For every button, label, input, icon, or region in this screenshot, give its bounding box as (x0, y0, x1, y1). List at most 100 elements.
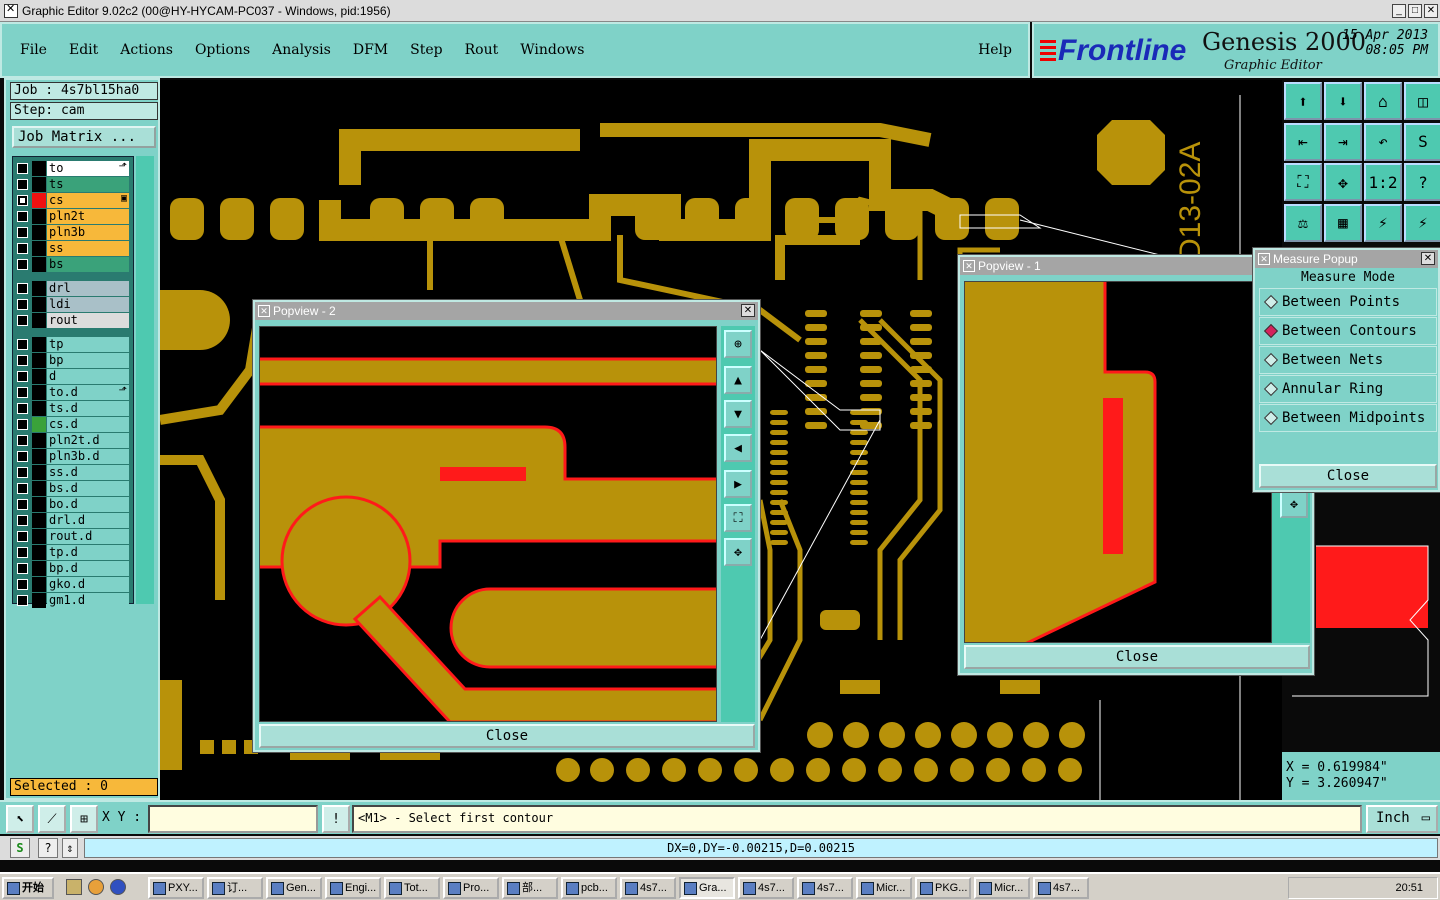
taskbar-item[interactable]: Gen... (266, 877, 322, 899)
alert-icon[interactable]: ! (322, 805, 350, 833)
layer-color-swatch[interactable] (32, 465, 46, 480)
taskbar-item[interactable]: 部... (502, 877, 558, 899)
desktop-icon[interactable] (66, 879, 82, 895)
grid-snap-icon[interactable]: ⊞ (70, 805, 98, 833)
layer-checkbox[interactable] (17, 195, 28, 206)
pan-up-icon[interactable]: ▲ (724, 366, 752, 394)
mode-between-contours[interactable]: Between Contours (1259, 317, 1437, 345)
layer-row[interactable]: d (13, 369, 135, 384)
layer-checkbox[interactable] (17, 211, 28, 222)
layer-row[interactable]: bp.d (13, 561, 135, 576)
layer-scrollbar[interactable] (136, 156, 154, 604)
popview-2-canvas[interactable] (259, 326, 717, 722)
layer-row[interactable]: cs.d (13, 417, 135, 432)
menu-analysis[interactable]: Analysis (266, 40, 337, 60)
layer-row[interactable]: tp.d (13, 545, 135, 560)
layer-name[interactable]: ss (47, 241, 129, 256)
layer-checkbox[interactable] (17, 563, 28, 574)
layer-color-swatch[interactable] (32, 369, 46, 384)
layer-name[interactable]: gko.d (47, 577, 129, 592)
layer-row[interactable]: ss (13, 241, 135, 256)
pan-right-icon[interactable]: ▶ (724, 470, 752, 498)
xy-input[interactable] (148, 805, 318, 833)
layer-row[interactable]: cs ▣ (13, 193, 135, 208)
pan-left-icon[interactable]: ⇤ (1284, 122, 1322, 161)
clock-icon[interactable] (88, 879, 104, 895)
menu-rout[interactable]: Rout (459, 40, 505, 60)
layer-checkbox[interactable] (17, 387, 28, 398)
taskbar-item[interactable]: Gra... (679, 877, 735, 899)
taskbar-item[interactable]: pcb... (561, 877, 617, 899)
close-window-button[interactable]: ✕ (1424, 4, 1438, 18)
layer-color-swatch[interactable] (32, 161, 46, 176)
layer-color-swatch[interactable] (32, 209, 46, 224)
layer-row[interactable]: drl.d (13, 513, 135, 528)
menu-options[interactable]: Options (189, 40, 256, 60)
layer-color-swatch[interactable] (32, 337, 46, 352)
layer-row[interactable]: pln3b (13, 225, 135, 240)
layer-checkbox[interactable] (17, 435, 28, 446)
taskbar-item[interactable]: Micr... (974, 877, 1030, 899)
layer-checkbox[interactable] (17, 355, 28, 366)
layer-color-swatch[interactable] (32, 561, 46, 576)
layer-checkbox[interactable] (17, 179, 28, 190)
taskbar-item[interactable]: Engi... (325, 877, 381, 899)
layer-color-swatch[interactable] (32, 497, 46, 512)
layer-row[interactable]: gko.d (13, 577, 135, 592)
layer-name[interactable]: rout (47, 313, 129, 328)
split-view-icon[interactable]: ◫ (1404, 82, 1440, 120)
grid-icon[interactable]: ▦ (1324, 203, 1362, 242)
maximize-button[interactable]: □ (1408, 4, 1422, 18)
popview-2-close-button[interactable]: Close (259, 724, 755, 748)
layer-name[interactable]: bs.d (47, 481, 129, 496)
scroll-icon[interactable]: ⇕ (62, 838, 78, 858)
layer-row[interactable]: ldi (13, 297, 135, 312)
layer-name[interactable]: cs (47, 193, 129, 208)
layer-up-icon[interactable]: ⬆ (1284, 82, 1322, 120)
layer-name[interactable]: drl (47, 281, 129, 296)
layer-color-swatch[interactable] (32, 417, 46, 432)
layer-color-swatch[interactable] (32, 313, 46, 328)
pan-right-icon[interactable]: ⇥ (1324, 122, 1362, 161)
popview-1-close-button[interactable]: Close (964, 645, 1310, 669)
layer-color-swatch[interactable] (32, 513, 46, 528)
layer-color-swatch[interactable] (32, 481, 46, 496)
layer-color-swatch[interactable] (32, 241, 46, 256)
zoom-center-icon[interactable]: ✥ (1280, 490, 1308, 518)
layer-checkbox[interactable] (17, 595, 28, 606)
layer-name[interactable]: ts.d (47, 401, 129, 416)
taskbar-item[interactable]: 4s7... (797, 877, 853, 899)
layer-checkbox[interactable] (17, 483, 28, 494)
layer-checkbox[interactable] (17, 403, 28, 414)
layer-checkbox[interactable] (17, 299, 28, 310)
layer-color-swatch[interactable] (32, 353, 46, 368)
layer-name[interactable]: tp.d (47, 545, 129, 560)
zoom-fit-icon[interactable]: ⛶ (1284, 163, 1322, 201)
layer-row[interactable]: ts.d (13, 401, 135, 416)
layer-color-swatch[interactable] (32, 177, 46, 192)
layer-checkbox[interactable] (17, 315, 28, 326)
taskbar-item[interactable]: 4s7... (1033, 877, 1089, 899)
layer-color-swatch[interactable] (32, 593, 46, 608)
help-icon[interactable]: ? (1404, 163, 1440, 201)
layer-checkbox[interactable] (17, 339, 28, 350)
layer-color-swatch[interactable] (32, 401, 46, 416)
measure-icon[interactable]: ⚖ (1284, 203, 1322, 242)
layer-color-swatch[interactable] (32, 225, 46, 240)
taskbar-item[interactable]: PKG... (915, 877, 971, 899)
layer-color-swatch[interactable] (32, 385, 46, 400)
mode-between-nets[interactable]: Between Nets (1259, 346, 1437, 374)
layer-name[interactable]: drl.d (47, 513, 129, 528)
layer-row[interactable]: bs.d (13, 481, 135, 496)
layer-name[interactable]: d (47, 369, 129, 384)
layer-row[interactable]: drl (13, 281, 135, 296)
layer-name[interactable]: pln2t (47, 209, 129, 224)
taskbar-item[interactable]: Pro... (443, 877, 499, 899)
pan-left-icon[interactable]: ◀ (724, 434, 752, 462)
layer-name[interactable]: tp (47, 337, 129, 352)
layer-color-swatch[interactable] (32, 193, 46, 208)
layer-color-swatch[interactable] (32, 545, 46, 560)
layer-row[interactable]: to ⬏ (13, 161, 135, 176)
layer-row[interactable]: bs (13, 257, 135, 272)
zoom-in-icon[interactable]: ⊕ (724, 330, 752, 358)
